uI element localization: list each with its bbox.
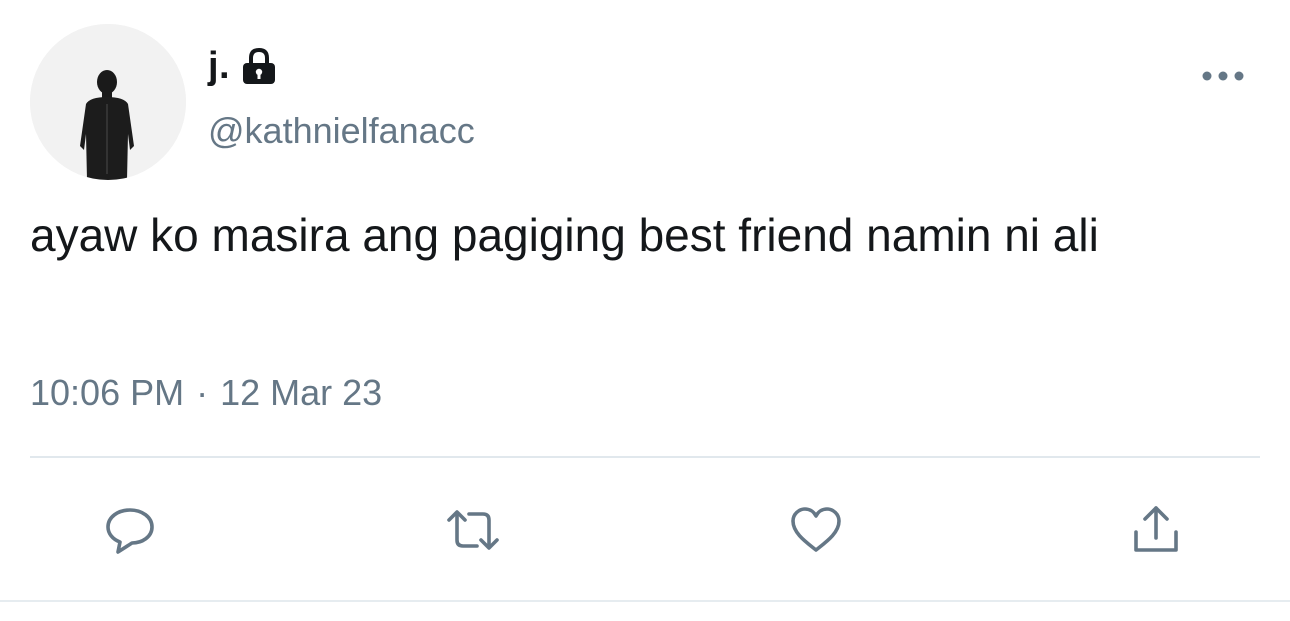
action-bar: [0, 500, 1290, 560]
like-button[interactable]: [786, 500, 846, 560]
share-button[interactable]: [1126, 500, 1186, 560]
avatar[interactable]: [30, 24, 186, 180]
tweet-date[interactable]: 12 Mar 23: [220, 372, 382, 414]
meta-separator: ·: [196, 372, 209, 413]
reply-icon: [106, 508, 154, 554]
handle[interactable]: @kathnielfanacc: [208, 110, 475, 152]
more-options-button[interactable]: [1190, 58, 1256, 94]
tweet-meta: 10:06 PM · 12 Mar 23: [30, 372, 382, 414]
bottom-divider: [0, 600, 1290, 602]
like-icon: [791, 507, 841, 552]
reply-button[interactable]: [100, 500, 160, 560]
divider: [30, 456, 1260, 458]
avatar-silhouette-icon: [30, 24, 186, 180]
display-name-row: j.: [208, 40, 278, 92]
share-icon: [1134, 506, 1178, 552]
lock-icon: [243, 47, 276, 84]
retweet-button[interactable]: [443, 500, 503, 560]
tweet-text: ayaw ko masira ang pagiging best friend …: [30, 209, 1099, 261]
retweet-icon: [447, 510, 499, 550]
tweet-time[interactable]: 10:06 PM: [30, 372, 184, 414]
more-horizontal-icon: [1202, 71, 1244, 81]
display-name[interactable]: j.: [208, 45, 230, 88]
